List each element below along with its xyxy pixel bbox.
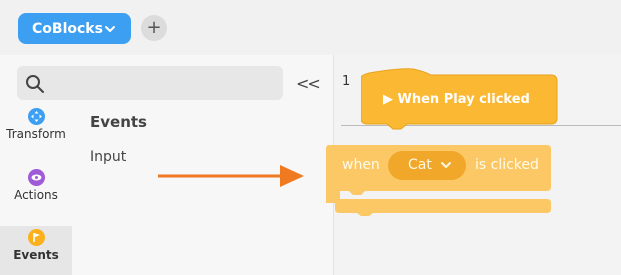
block-is-clicked-text: is clicked <box>475 157 539 173</box>
category-label: Events <box>13 248 59 262</box>
category-events[interactable]: Events <box>0 226 72 275</box>
collapse-sidebar-button[interactable]: << <box>296 74 321 93</box>
chevron-down-icon <box>441 162 451 168</box>
hat-block-label: ▶ When Play clicked <box>383 92 530 107</box>
category-transform[interactable]: Transform <box>0 108 72 141</box>
sprite-dropdown[interactable]: Cat <box>388 151 466 180</box>
move-arrows-icon <box>27 108 45 125</box>
search-input[interactable] <box>17 66 283 100</box>
sprite-dropdown-value: Cat <box>408 157 432 173</box>
add-project-button[interactable]: + <box>141 15 167 41</box>
search-icon <box>26 75 44 93</box>
palette-title: Events <box>90 113 147 131</box>
line-number: 1 <box>342 74 351 89</box>
plus-icon: + <box>146 17 162 38</box>
drag-arrow-icon <box>158 165 304 187</box>
category-actions[interactable]: Actions <box>0 169 72 202</box>
project-menu-label: CoBlocks <box>32 20 103 37</box>
eye-icon <box>27 169 45 186</box>
project-menu-button[interactable]: CoBlocks <box>18 13 131 44</box>
chevron-down-icon <box>105 26 115 32</box>
block-when-text: when <box>342 157 380 173</box>
category-label: Actions <box>14 188 58 202</box>
category-rail: Transform Actions Events <box>0 108 72 275</box>
flag-icon <box>27 229 45 246</box>
top-bar: CoBlocks + <box>0 0 621 55</box>
palette-item-input[interactable]: Input <box>90 149 126 165</box>
category-label: Transform <box>6 127 66 141</box>
